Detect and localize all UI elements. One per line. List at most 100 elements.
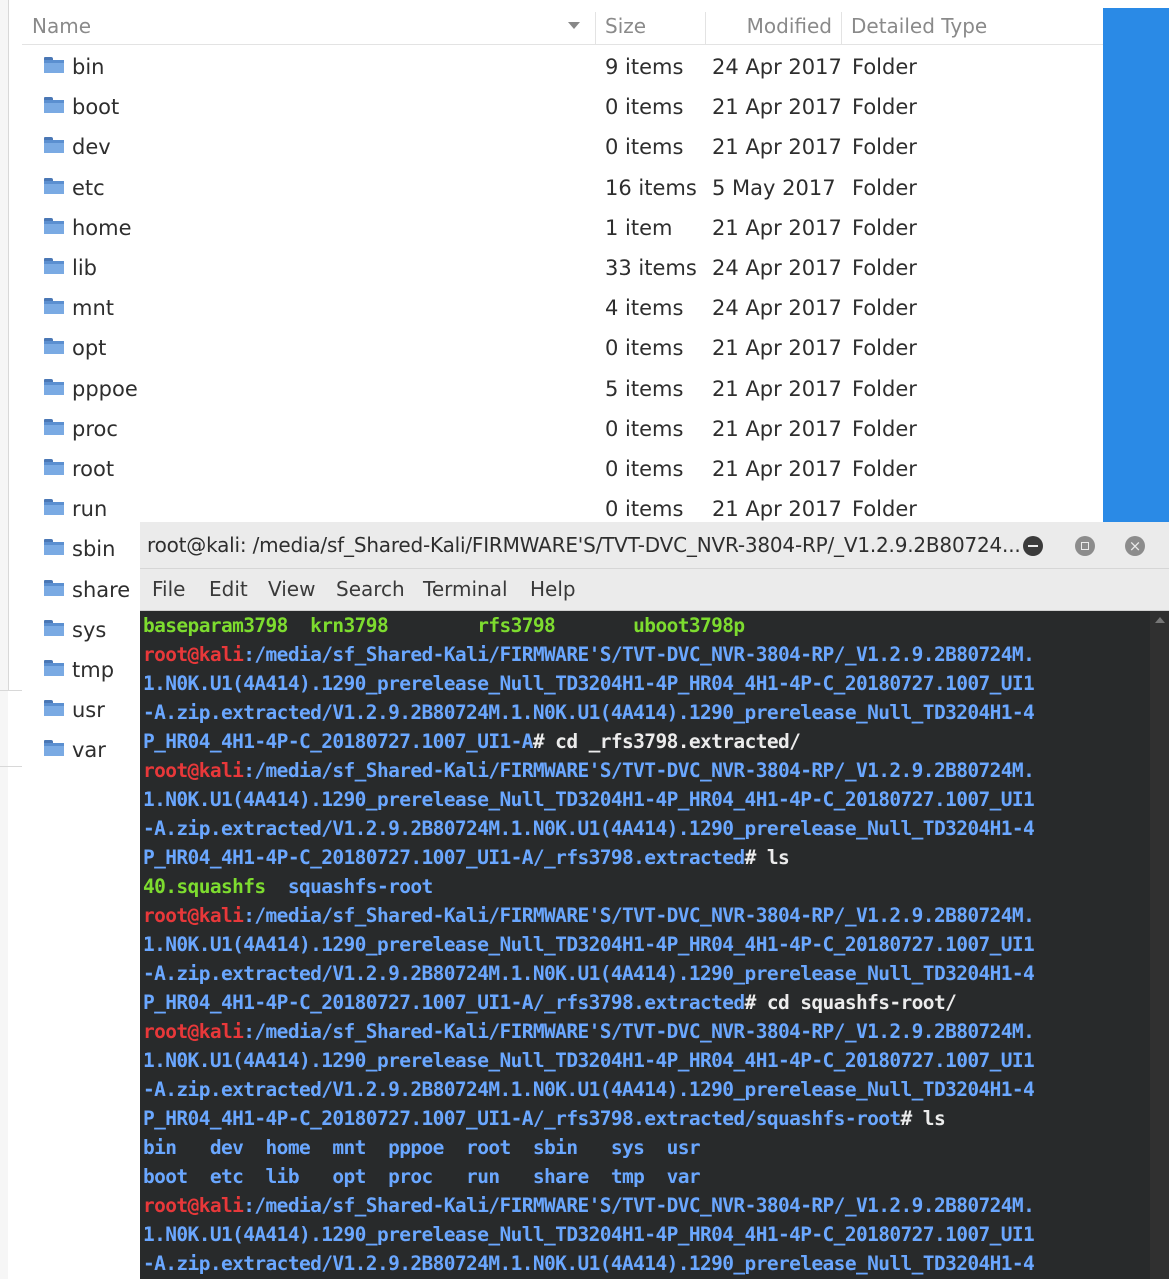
close-icon[interactable]: ×: [1125, 536, 1145, 556]
terminal-line: 1.N0K.U1(4A414).1290_prerelease_Null_TD3…: [143, 930, 1035, 959]
terminal-text: boot etc lib opt proc run share tmp var: [143, 1165, 701, 1188]
terminal-text: 1.N0K.U1(4A414).1290_prerelease_Null_TD3…: [143, 1049, 1035, 1072]
column-header-size[interactable]: Size: [605, 8, 646, 44]
file-size: 5 items: [605, 376, 684, 401]
terminal-line: root@kali:/media/sf_Shared-Kali/FIRMWARE…: [143, 1017, 1035, 1046]
file-type: Folder: [852, 336, 917, 361]
file-name: run: [72, 497, 108, 522]
terminal-line: root@kali:/media/sf_Shared-Kali/FIRMWARE…: [143, 901, 1035, 930]
terminal-text: P_HR04_4H1-4P-C_20180727.1007_UI1-A/_rfs…: [143, 846, 745, 869]
terminal-line: root@kali:/media/sf_Shared-Kali/FIRMWARE…: [143, 640, 1035, 669]
file-name: boot: [72, 95, 120, 120]
menu-view[interactable]: View: [268, 569, 315, 610]
file-modified: 21 Apr 2017: [712, 457, 842, 481]
file-modified: 24 Apr 2017: [712, 256, 842, 280]
sort-descending-icon[interactable]: [568, 22, 580, 29]
file-size: 0 items: [605, 416, 684, 441]
menu-bar: File Edit View Search Terminal Help: [140, 569, 1169, 611]
table-row[interactable]: mnt 4 items 24 Apr 2017 Folder: [22, 288, 1103, 328]
terminal-scrollbar[interactable]: [1150, 611, 1169, 1279]
file-name: etc: [72, 175, 105, 200]
column-separator[interactable]: [595, 12, 596, 44]
table-row[interactable]: opt 0 items 21 Apr 2017 Folder: [22, 328, 1103, 368]
terminal-text: -A.zip.extracted/V1.2.9.2B80724M.1.N0K.U…: [143, 817, 1035, 840]
terminal-text: 1.N0K.U1(4A414).1290_prerelease_Null_TD3…: [143, 933, 1035, 956]
scroll-up-arrow-icon[interactable]: [1155, 617, 1165, 623]
terminal-line: 1.N0K.U1(4A414).1290_prerelease_Null_TD3…: [143, 1220, 1035, 1249]
table-row[interactable]: pppoe 5 items 21 Apr 2017 Folder: [22, 369, 1103, 409]
table-row[interactable]: root 0 items 21 Apr 2017 Folder: [22, 449, 1103, 489]
table-row[interactable]: lib 33 items 24 Apr 2017 Folder: [22, 248, 1103, 288]
file-modified: 24 Apr 2017: [712, 55, 842, 79]
table-row[interactable]: bin 9 items 24 Apr 2017 Folder: [22, 47, 1103, 87]
file-name: sbin: [72, 537, 116, 562]
terminal-line: P_HR04_4H1-4P-C_20180727.1007_UI1-A/_rfs…: [143, 988, 957, 1017]
file-size: 0 items: [605, 95, 684, 120]
terminal-text: :/media/sf_Shared-Kali/FIRMWARE'S/TVT-DV…: [243, 643, 1035, 666]
folder-icon: [44, 459, 64, 475]
terminal-text: 40.squashfs: [143, 875, 266, 898]
file-name: home: [72, 215, 132, 240]
file-modified: 21 Apr 2017: [712, 215, 842, 240]
menu-search[interactable]: Search: [336, 569, 405, 610]
terminal-line: baseparam3798 krn3798 rfs3798 uboot3798p: [143, 611, 745, 640]
menu-edit[interactable]: Edit: [209, 569, 248, 610]
menu-help[interactable]: Help: [530, 569, 576, 610]
terminal-titlebar[interactable]: root@kali: /media/sf_Shared-Kali/FIRMWAR…: [140, 522, 1169, 569]
folder-icon: [44, 378, 64, 395]
terminal-line: P_HR04_4H1-4P-C_20180727.1007_UI1-A/_rfs…: [143, 843, 790, 872]
folder-icon: [44, 539, 64, 556]
file-type: Folder: [852, 55, 917, 79]
menu-terminal[interactable]: Terminal: [423, 569, 508, 610]
maximize-icon[interactable]: [1075, 536, 1095, 556]
column-separator[interactable]: [705, 12, 706, 44]
table-row[interactable]: etc 16 items 5 May 2017 Folder: [22, 168, 1103, 208]
file-type: Folder: [852, 256, 917, 280]
window-title: root@kali: /media/sf_Shared-Kali/FIRMWAR…: [147, 533, 1021, 557]
terminal-text: :/media/sf_Shared-Kali/FIRMWARE'S/TVT-DV…: [243, 1194, 1035, 1217]
table-row[interactable]: proc 0 items 21 Apr 2017 Folder: [22, 409, 1103, 449]
file-name: share: [72, 577, 131, 602]
column-header-modified[interactable]: Modified: [712, 8, 832, 44]
table-row[interactable]: home 1 item 21 Apr 2017 Folder: [22, 208, 1103, 248]
table-row[interactable]: boot 0 items 21 Apr 2017 Folder: [22, 87, 1103, 127]
prompt-user: root@kali: [143, 1194, 244, 1217]
file-size: 16 items: [605, 175, 697, 200]
file-type: Folder: [852, 376, 917, 401]
prompt-user: root@kali: [143, 759, 244, 782]
terminal-text: :/media/sf_Shared-Kali/FIRMWARE'S/TVT-DV…: [243, 1020, 1035, 1043]
terminal-window[interactable]: root@kali: /media/sf_Shared-Kali/FIRMWAR…: [140, 522, 1169, 1279]
terminal-line: bin dev home mnt pppoe root sbin sys usr: [143, 1133, 701, 1162]
column-separator[interactable]: [841, 12, 842, 44]
column-header-type[interactable]: Detailed Type: [851, 8, 987, 44]
menu-file[interactable]: File: [152, 569, 185, 610]
file-name: pppoe: [72, 376, 138, 401]
terminal-text: -A.zip.extracted/V1.2.9.2B80724M.1.N0K.U…: [143, 962, 1035, 985]
terminal-text: squashfs-root: [265, 875, 433, 898]
column-header-row: Name Size Modified Detailed Type: [22, 8, 1103, 45]
table-row[interactable]: dev 0 items 21 Apr 2017 Folder: [22, 127, 1103, 167]
terminal-line: 1.N0K.U1(4A414).1290_prerelease_Null_TD3…: [143, 669, 1035, 698]
prompt-user: root@kali: [143, 1020, 244, 1043]
minimize-icon[interactable]: [1023, 536, 1043, 556]
terminal-line: -A.zip.extracted/V1.2.9.2B80724M.1.N0K.U…: [143, 814, 1035, 843]
terminal-line: 1.N0K.U1(4A414).1290_prerelease_Null_TD3…: [143, 785, 1035, 814]
column-header-name[interactable]: Name: [32, 8, 91, 44]
terminal-text: # ls: [900, 1107, 946, 1130]
terminal-text: baseparam3798 krn3798 rfs3798 uboot3798p: [143, 614, 745, 637]
terminal-text: bin dev home mnt pppoe root sbin sys usr: [143, 1136, 701, 1159]
folder-icon: [44, 660, 64, 676]
terminal-text: P_HR04_4H1-4P-C_20180727.1007_UI1-A/_rfs…: [143, 991, 745, 1014]
terminal-output[interactable]: baseparam3798 krn3798 rfs3798 uboot3798p…: [140, 611, 1150, 1279]
desktop-background: [1103, 8, 1169, 522]
terminal-text: -A.zip.extracted/V1.2.9.2B80724M.1.N0K.U…: [143, 701, 1035, 724]
file-type: Folder: [852, 175, 917, 200]
folder-icon: [44, 579, 64, 596]
terminal-text: 1.N0K.U1(4A414).1290_prerelease_Null_TD3…: [143, 788, 1035, 811]
terminal-line: 40.squashfs squashfs-root: [143, 872, 433, 901]
terminal-line: 1.N0K.U1(4A414).1290_prerelease_Null_TD3…: [143, 1046, 1035, 1075]
file-name: dev: [72, 135, 111, 160]
file-modified: 21 Apr 2017: [712, 135, 842, 160]
prompt-user: root@kali: [143, 904, 244, 927]
folder-icon: [44, 338, 64, 355]
